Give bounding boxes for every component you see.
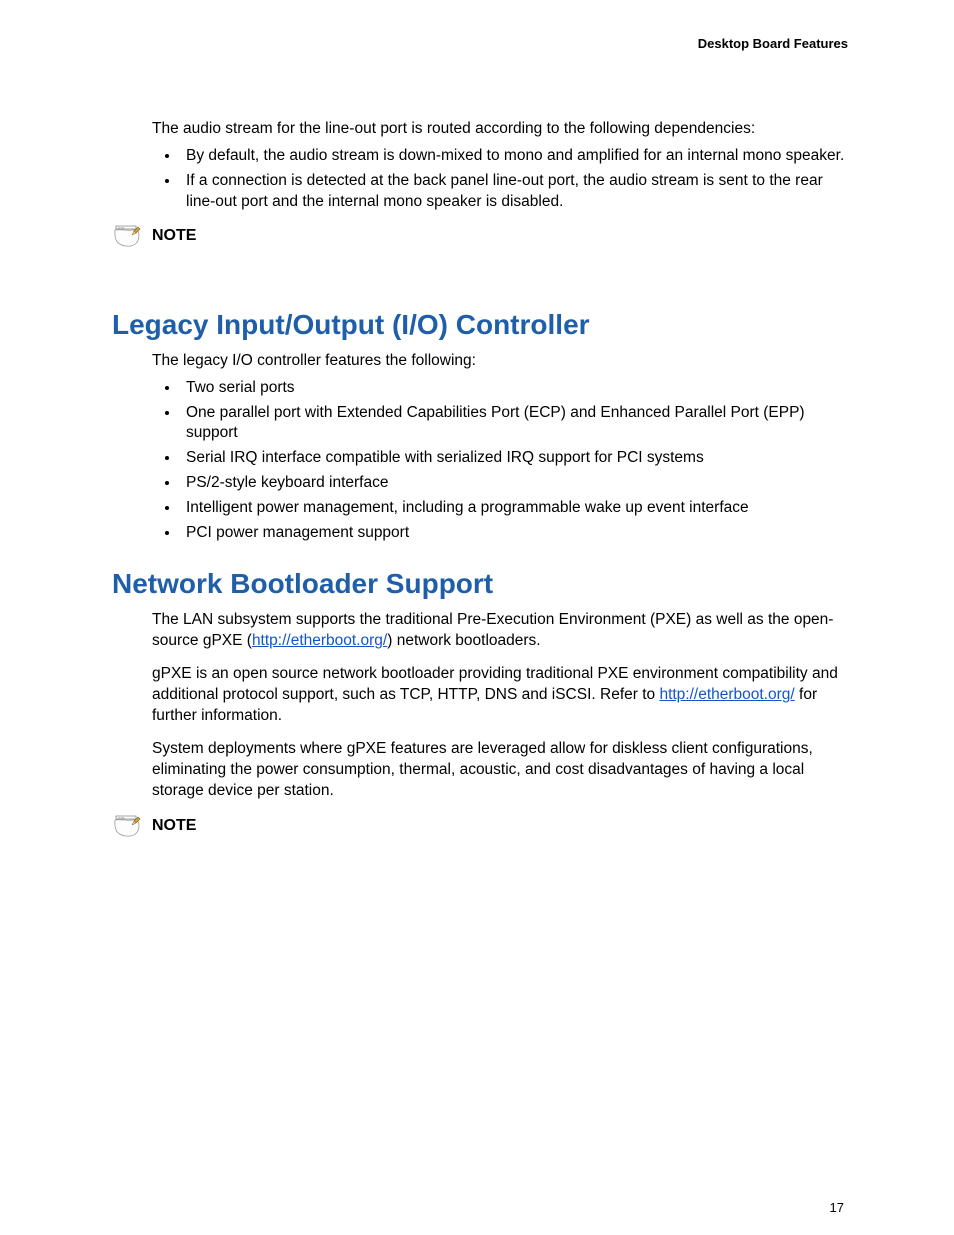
- page-number: 17: [830, 1200, 844, 1215]
- list-item: Two serial ports: [180, 378, 848, 399]
- list-item: PS/2-style keyboard interface: [180, 473, 848, 494]
- intro-bullet-list: By default, the audio stream is down-mix…: [152, 146, 848, 213]
- document-page: Desktop Board Features The audio stream …: [0, 0, 954, 1235]
- section1-bullet-list: Two serial ports One parallel port with …: [152, 378, 848, 544]
- svg-text:NOTE: NOTE: [118, 817, 125, 820]
- note-label: NOTE: [152, 817, 196, 835]
- section2-paragraph-2: gPXE is an open source network bootloade…: [152, 664, 848, 727]
- intro-paragraph: The audio stream for the line-out port i…: [152, 119, 848, 140]
- text-fragment: ) network bootloaders.: [387, 632, 540, 649]
- list-item: PCI power management support: [180, 523, 848, 544]
- note-label: NOTE: [152, 227, 196, 245]
- etherboot-link[interactable]: http://etherboot.org/: [252, 632, 387, 649]
- section2-paragraph-1: The LAN subsystem supports the tradition…: [152, 610, 848, 652]
- note-icon: NOTE: [112, 223, 142, 249]
- note-callout: NOTE NOTE: [112, 813, 848, 839]
- page-header: Desktop Board Features: [112, 36, 848, 51]
- svg-text:NOTE: NOTE: [118, 226, 125, 229]
- list-item: By default, the audio stream is down-mix…: [180, 146, 848, 167]
- section-heading-legacy-io: Legacy Input/Output (I/O) Controller: [112, 309, 848, 341]
- list-item: If a connection is detected at the back …: [180, 171, 848, 213]
- section2-paragraph-3: System deployments where gPXE features a…: [152, 739, 848, 802]
- note-callout: NOTE NOTE: [112, 223, 848, 249]
- etherboot-link[interactable]: http://etherboot.org/: [659, 686, 794, 703]
- list-item: Serial IRQ interface compatible with ser…: [180, 448, 848, 469]
- list-item: One parallel port with Extended Capabili…: [180, 403, 848, 445]
- note-icon: NOTE: [112, 813, 142, 839]
- list-item: Intelligent power management, including …: [180, 498, 848, 519]
- section-heading-network-bootloader: Network Bootloader Support: [112, 568, 848, 600]
- section1-intro: The legacy I/O controller features the f…: [152, 351, 848, 372]
